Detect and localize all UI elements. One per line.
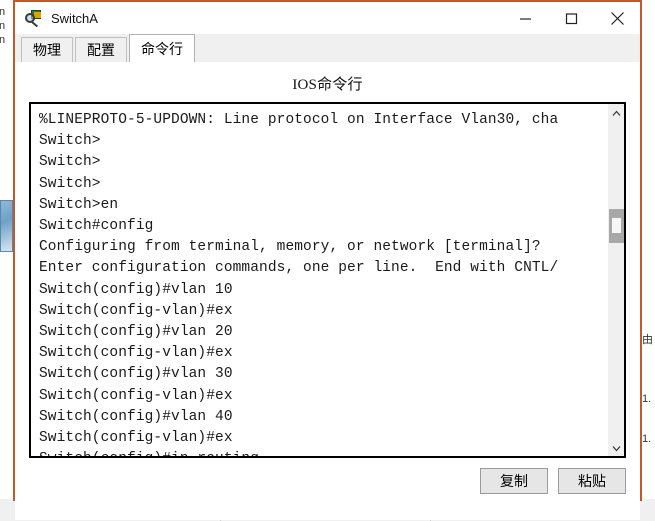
terminal-line: Switch(config)#ip routing: [39, 449, 607, 456]
chevron-down-icon: [612, 439, 621, 457]
minimize-button[interactable]: [502, 2, 548, 34]
terminal-line: Switch(config-vlan)#ex: [39, 387, 233, 404]
page-title: IOS命令行: [292, 77, 363, 93]
background-left-fragment: n: [0, 34, 5, 47]
tab-cli[interactable]: 命令行: [129, 34, 195, 62]
terminal-line: Enter configuration commands, one per li…: [39, 260, 559, 277]
terminal-line: Switch>: [39, 154, 101, 171]
maximize-icon: [565, 12, 578, 25]
title-bar-left: SwitchA: [15, 9, 98, 28]
tab-label: 配置: [87, 42, 115, 58]
maximize-button[interactable]: [548, 2, 594, 34]
terminal-panel[interactable]: %LINEPROTO-5-UPDOWN: Line protocol on In…: [29, 102, 626, 458]
background-right-fragment: 1.: [642, 433, 652, 445]
terminal-line: Configuring from terminal, memory, or ne…: [39, 239, 541, 256]
tab-config[interactable]: 配置: [75, 37, 127, 62]
terminal-line: Switch(config-vlan)#ex: [39, 430, 233, 447]
background-right-fragment: 由: [642, 334, 653, 346]
window-title: SwitchA: [51, 10, 98, 26]
switch-device-window: SwitchA 物理 配置 命令行 IOS命令行 %LINEPROTO-5-UP…: [13, 0, 642, 520]
terminal-line: Switch>en: [39, 196, 119, 213]
background-left-panel: n n n: [0, 0, 14, 521]
close-icon: [610, 11, 625, 26]
minimize-icon: [519, 12, 532, 25]
terminal-line: %LINEPROTO-5-UPDOWN: Line protocol on In…: [39, 112, 559, 128]
background-left-fragment: n: [0, 20, 5, 33]
paste-button[interactable]: 粘贴: [558, 468, 626, 494]
title-bar[interactable]: SwitchA: [15, 0, 640, 34]
chevron-up-icon: [612, 104, 621, 122]
copy-button[interactable]: 复制: [480, 468, 548, 494]
terminal-line: Switch#config: [39, 218, 154, 235]
terminal-scrollbar[interactable]: [607, 104, 624, 456]
terminal-line: Switch>: [39, 133, 101, 150]
terminal-line: Switch(config)#vlan 40: [39, 408, 233, 425]
terminal-line: Switch(config-vlan)#ex: [39, 345, 233, 362]
action-bar: 复制 粘贴: [29, 458, 626, 520]
scroll-thumb[interactable]: [609, 209, 624, 243]
background-scroll-thumb[interactable]: [0, 200, 13, 252]
close-button[interactable]: [594, 2, 640, 34]
background-right-panel: 由 1. 1.: [641, 0, 655, 521]
packet-tracer-magnifier-icon: [25, 9, 43, 28]
background-right-fragment: 1.: [642, 393, 652, 405]
tab-label: 命令行: [141, 40, 183, 57]
terminal-output[interactable]: %LINEPROTO-5-UPDOWN: Line protocol on In…: [31, 104, 607, 456]
window-controls: [502, 2, 640, 34]
tab-physical[interactable]: 物理: [21, 37, 73, 62]
scroll-down-button[interactable]: [608, 439, 624, 457]
terminal-line: Switch(config)#vlan 30: [39, 366, 233, 383]
terminal-line: Switch(config-vlan)#ex: [39, 302, 233, 319]
content-area: IOS命令行 %LINEPROTO-5-UPDOWN: Line protoco…: [15, 62, 640, 520]
scroll-up-button[interactable]: [608, 104, 624, 122]
terminal-line: Switch>: [39, 175, 101, 192]
terminal-line: Switch(config)#vlan 20: [39, 324, 233, 341]
tab-strip: 物理 配置 命令行: [15, 34, 640, 62]
tab-label: 物理: [33, 42, 61, 58]
background-left-fragment: n: [0, 6, 5, 19]
terminal-line: Switch(config)#vlan 10: [39, 281, 233, 298]
